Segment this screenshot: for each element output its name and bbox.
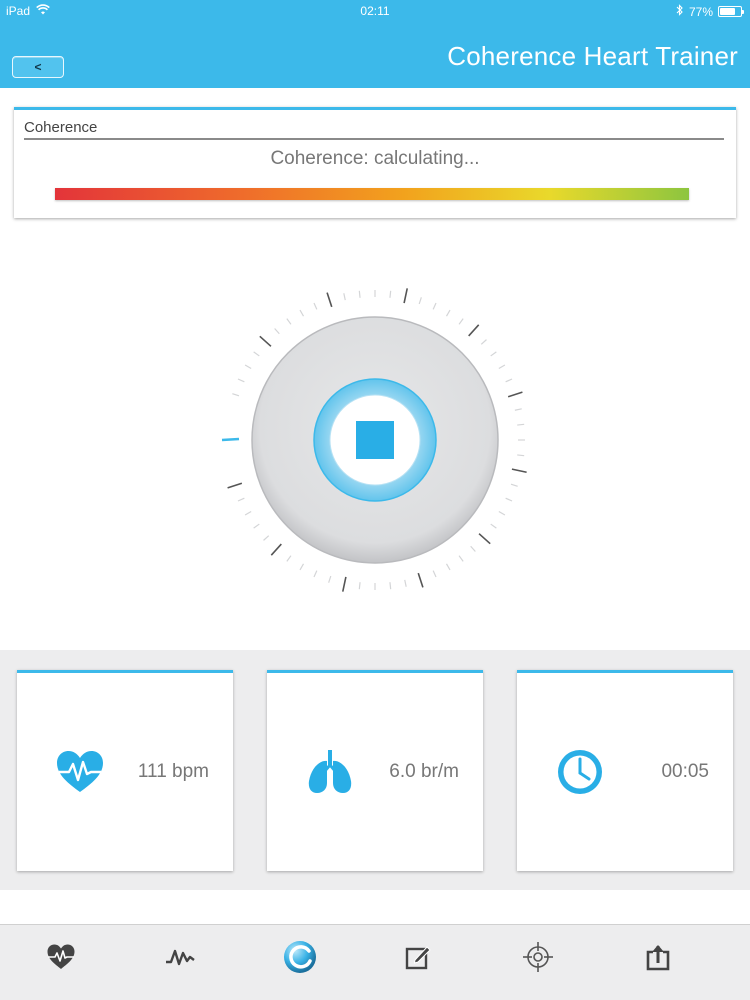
bluetooth-icon <box>676 4 684 19</box>
dial-major-tick <box>270 543 282 556</box>
dial-minor-tick <box>299 309 305 317</box>
dial-minor-tick <box>358 582 361 590</box>
status-bar: iPad 02:11 77% <box>0 0 750 22</box>
breathing-rate-value: 6.0 br/m <box>389 761 459 782</box>
dial-minor-tick <box>244 510 252 516</box>
target-icon <box>522 941 554 978</box>
dial-minor-tick <box>244 364 252 370</box>
dial-minor-tick <box>517 454 525 457</box>
dial-minor-tick <box>505 378 513 383</box>
dial-minor-tick <box>445 309 451 317</box>
dial-major-tick <box>507 391 523 398</box>
dial-minor-tick <box>505 497 513 502</box>
dial-minor-tick <box>480 339 487 345</box>
stats-area: 111 bpm 6.0 br/m 00:05 <box>0 650 750 890</box>
dial-major-tick <box>468 324 480 337</box>
battery-percent: 77% <box>688 4 713 19</box>
heart-icon <box>55 747 105 797</box>
dial-minor-tick <box>490 351 497 357</box>
dial-minor-tick <box>432 570 437 578</box>
elapsed-time-card: 00:05 <box>517 670 733 871</box>
elapsed-time-value: 00:05 <box>661 761 709 782</box>
dial-minor-tick <box>470 545 476 552</box>
dial-minor-tick <box>232 393 240 397</box>
battery-icon <box>718 6 744 17</box>
share-icon <box>645 943 671 976</box>
dial-minor-tick <box>358 290 361 298</box>
dial-minor-tick <box>458 555 464 562</box>
dial-minor-tick <box>299 563 305 571</box>
dial-minor-tick <box>274 328 280 335</box>
dial-minor-tick <box>517 423 525 426</box>
lungs-icon <box>305 747 355 797</box>
breathing-rate-card: 6.0 br/m <box>267 670 483 871</box>
dial-minor-tick <box>458 318 464 325</box>
dial-minor-tick <box>237 497 245 502</box>
dial-major-tick <box>511 468 527 474</box>
dial-minor-tick <box>490 523 497 529</box>
dial-minor-tick <box>432 302 437 310</box>
dial-major-tick <box>478 533 491 545</box>
status-time: 02:11 <box>360 4 390 18</box>
dial-minor-tick <box>498 510 506 516</box>
tab-notes[interactable] <box>400 941 436 977</box>
dial-pointer <box>221 437 240 442</box>
dial-minor-tick <box>237 378 245 383</box>
dial-major-tick <box>341 576 347 592</box>
coherence-status: Coherence: calculating... <box>270 148 480 169</box>
tab-coherence[interactable] <box>282 940 318 979</box>
dial-minor-tick <box>418 297 422 305</box>
dial-minor-tick <box>263 535 270 541</box>
dial-minor-tick <box>343 293 346 301</box>
dial-major-tick <box>417 572 424 588</box>
heart-icon <box>46 943 76 976</box>
coherence-orb-icon <box>283 940 317 979</box>
dial-minor-tick <box>389 290 392 298</box>
heart-rate-card: 111 bpm <box>17 670 233 871</box>
heart-rate-value: 111 bpm <box>137 761 209 782</box>
dial-minor-tick <box>313 302 318 310</box>
dial-minor-tick <box>253 351 260 357</box>
coherence-panel: Coherence Coherence: calculating... <box>14 107 736 218</box>
dial-minor-tick <box>404 579 407 587</box>
tab-waveform[interactable] <box>162 941 198 977</box>
dial-major-tick <box>403 288 409 304</box>
status-right: 77% <box>676 4 744 19</box>
dial-major-tick <box>227 482 243 489</box>
dial-minor-tick <box>313 570 318 578</box>
coherence-gradient-bar <box>55 188 689 200</box>
page-title: Coherence Heart Trainer <box>447 41 738 71</box>
waveform-icon <box>165 946 195 973</box>
dial-minor-tick <box>510 483 518 487</box>
coherence-heading: Coherence <box>24 119 724 140</box>
dial-minor-tick <box>286 555 292 562</box>
dial-minor-tick <box>514 408 522 411</box>
tab-target[interactable] <box>520 941 556 977</box>
dial-major-tick <box>326 292 333 308</box>
back-button[interactable]: < <box>12 56 64 78</box>
tab-bar <box>0 924 750 1000</box>
dial-minor-tick <box>445 563 451 571</box>
dial-minor-tick <box>286 318 292 325</box>
app-header: iPad 02:11 77% < Coherence Heart Trainer <box>0 0 750 88</box>
tab-share[interactable] <box>640 941 676 977</box>
battery-fill <box>720 8 736 15</box>
breathing-dial <box>210 275 540 605</box>
dial-minor-tick <box>328 575 332 583</box>
dial-major-tick <box>259 335 272 347</box>
dial-minor-tick <box>389 582 392 590</box>
tab-heart[interactable] <box>43 941 79 977</box>
dial-minor-tick <box>253 523 260 529</box>
edit-icon <box>405 944 431 975</box>
stop-button[interactable] <box>356 421 394 459</box>
dial-minor-tick <box>498 364 506 370</box>
clock-icon <box>555 747 605 797</box>
